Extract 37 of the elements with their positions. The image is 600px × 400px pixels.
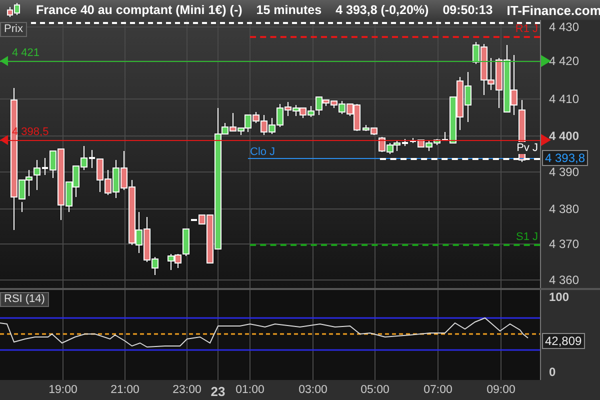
time-label: 03:00 — [298, 384, 328, 396]
arrow-icon — [0, 56, 8, 66]
level-label: 4 421 — [12, 47, 40, 59]
axis-label: 4 390 — [549, 165, 580, 179]
time-label: 05:00 — [360, 384, 390, 396]
axis-label: 4 370 — [549, 237, 580, 251]
level-label: R1 J — [515, 23, 538, 35]
arrow-icon — [0, 135, 8, 145]
candlestick-logo-icon — [6, 2, 22, 18]
axis-label: 4 410 — [549, 92, 580, 106]
time-label: 23:00 — [172, 384, 202, 396]
time-label: 09:00 — [486, 384, 516, 396]
axis-label: 4 360 — [549, 273, 580, 287]
instrument-title: France 40 au comptant (Mini 1€) (-) — [36, 3, 242, 17]
quote-text: 4 393,8 (-0,20%) — [336, 3, 429, 17]
arrow-icon — [541, 55, 551, 67]
time-label: 19:00 — [48, 384, 78, 396]
level-label: Pv J — [516, 142, 539, 154]
rsi-value-label: 42,809 — [542, 333, 585, 349]
axis-label: 4 430 — [549, 20, 580, 34]
current-price-label: 4 393,8 — [542, 150, 588, 166]
time-label: 21:00 — [110, 384, 140, 396]
arrow-icon — [541, 134, 551, 146]
time-label: 23 — [210, 384, 226, 399]
level-label: Clo J — [250, 146, 276, 158]
axis-label: 100 — [549, 290, 570, 304]
axis-label: 0 — [549, 365, 556, 379]
time-label: 01:00 — [236, 384, 264, 396]
axis-label: 4 400 — [549, 129, 580, 143]
level-label: S1 J — [516, 231, 538, 243]
time-text: 09:50:13 — [442, 3, 493, 17]
axis-label: 4 380 — [549, 202, 580, 216]
panel-label: RSI (14) — [0, 292, 49, 307]
interval-text: 15 minutes — [256, 3, 322, 17]
axis-label: 4 420 — [549, 54, 580, 68]
panel-label: Prix — [0, 22, 27, 37]
time-label: 07:00 — [424, 384, 452, 396]
